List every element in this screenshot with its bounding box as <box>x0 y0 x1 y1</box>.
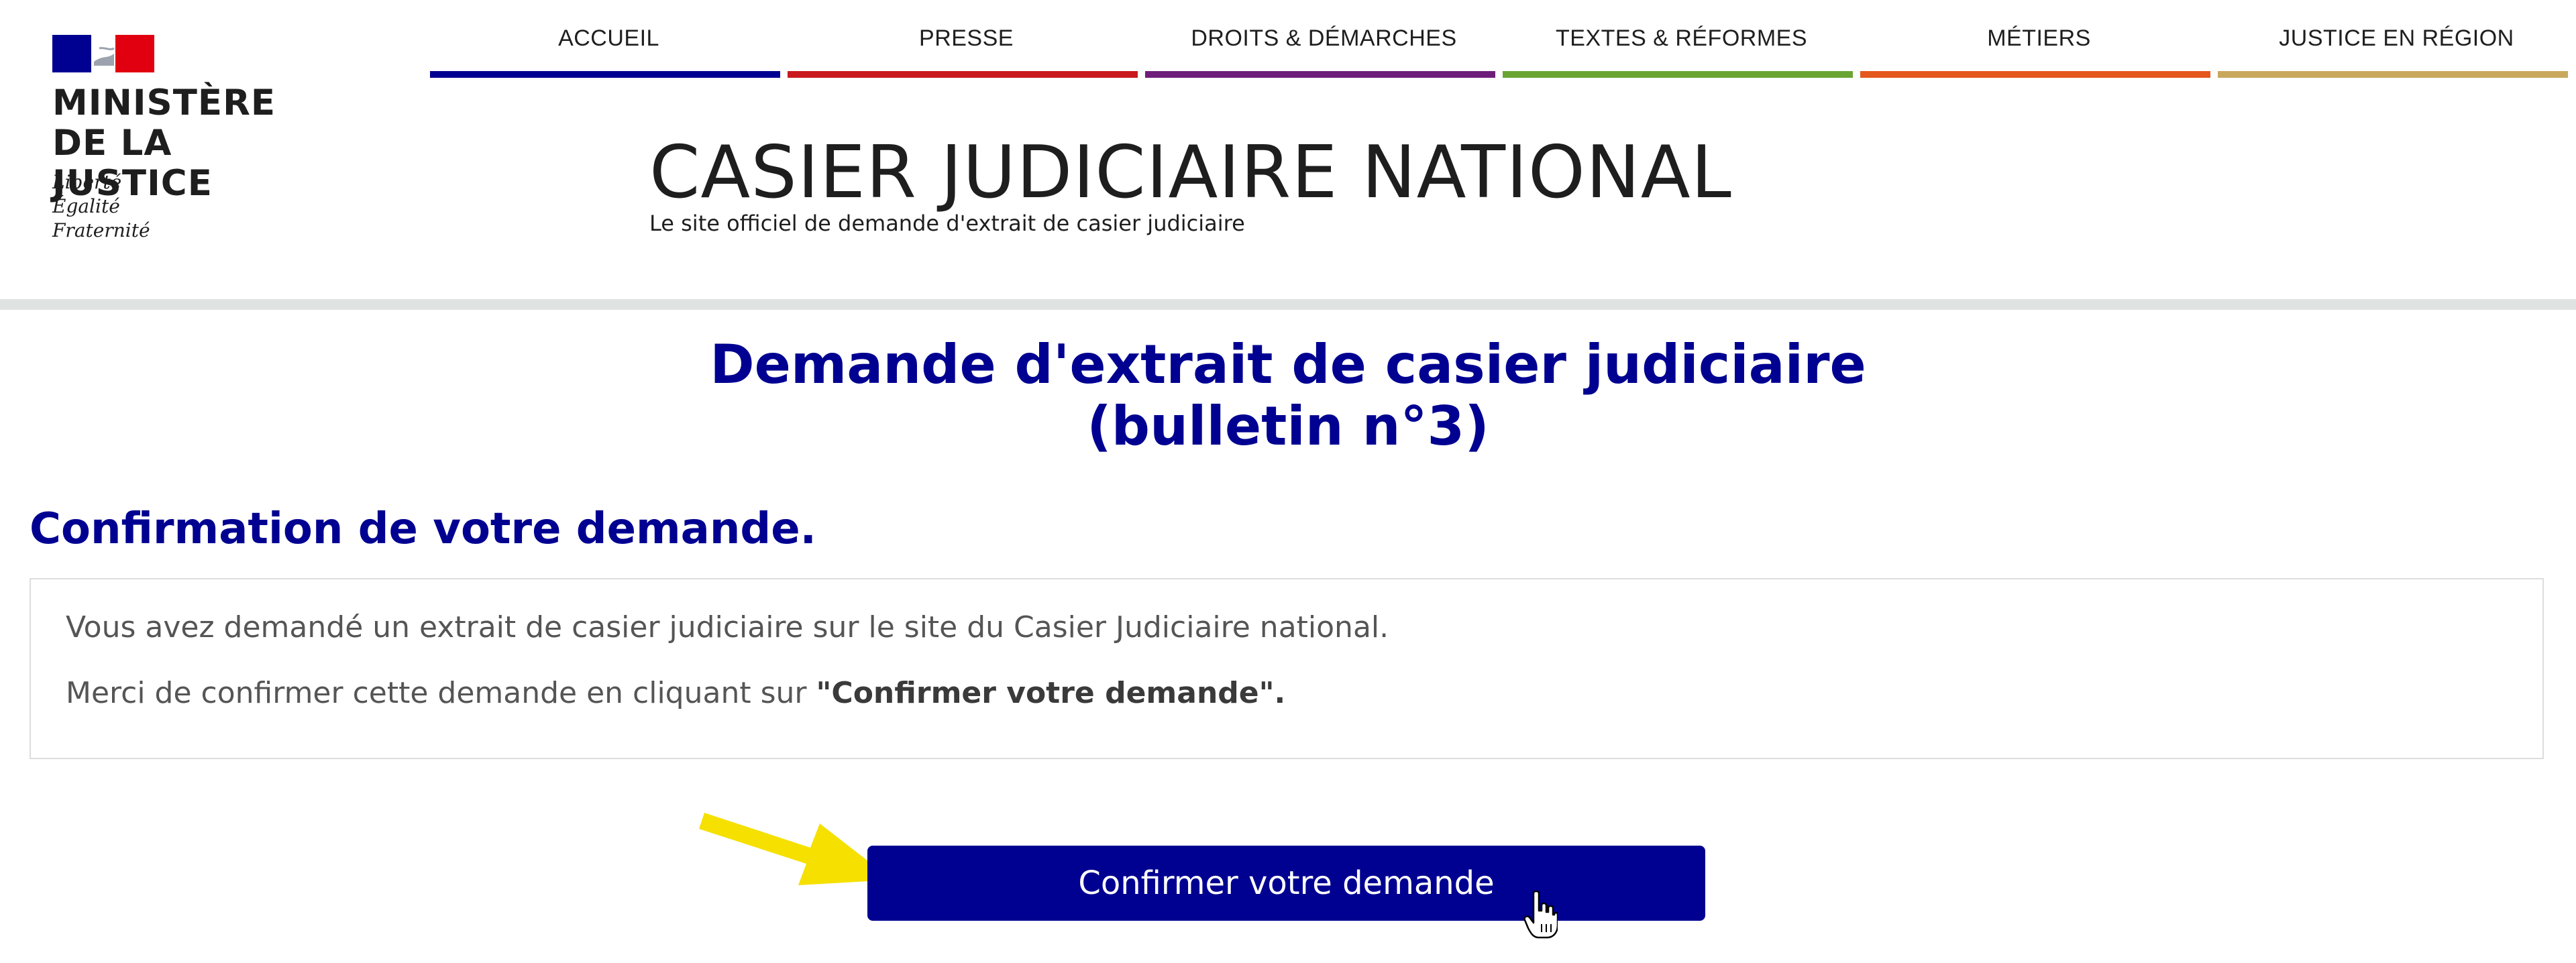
nav-label: PRESSE <box>919 25 1014 51</box>
nav-item-justice-en-region[interactable]: JUSTICE EN RÉGION <box>2218 0 2575 78</box>
nav-label: ACCUEIL <box>558 25 659 51</box>
confirmation-info-box: Vous avez demandé un extrait de casier j… <box>30 578 2544 759</box>
nav-color-bar <box>430 71 780 78</box>
nav-item-droits-demarches[interactable]: DROITS & DÉMARCHES <box>1145 0 1503 78</box>
nav-label: DROITS & DÉMARCHES <box>1191 25 1457 51</box>
republic-motto: Liberté Égalité Fraternité <box>52 171 150 241</box>
nav-label: TEXTES & RÉFORMES <box>1556 25 1807 51</box>
ministry-logo[interactable]: MINISTÈRE DE LA JUSTICE Liberté Égalité … <box>52 35 334 249</box>
nav-color-bar <box>2218 71 2568 78</box>
section-title: Confirmation de votre demande. <box>30 504 816 554</box>
info-text-bold: "Confirmer votre demande". <box>816 676 1286 710</box>
nav-label: MÉTIERS <box>1987 25 2091 51</box>
nav-color-bar <box>1860 71 2210 78</box>
info-text-line-1: Vous avez demandé un extrait de casier j… <box>66 610 1389 644</box>
confirm-request-button[interactable]: Confirmer votre demande <box>867 846 1705 921</box>
nav-item-metiers[interactable]: MÉTIERS <box>1860 0 2218 78</box>
hand-pointer-icon <box>1524 891 1558 939</box>
marianne-flag-icon <box>52 35 154 72</box>
info-text-line-2: Merci de confirmer cette demande en cliq… <box>66 676 1285 710</box>
nav-color-bar <box>1503 71 1853 78</box>
site-subtitle: Le site officiel de demande d'extrait de… <box>649 211 1245 236</box>
nav-item-textes-reformes[interactable]: TEXTES & RÉFORMES <box>1503 0 1860 78</box>
nav-label: JUSTICE EN RÉGION <box>2279 25 2514 51</box>
site-header: MINISTÈRE DE LA JUSTICE Liberté Égalité … <box>0 0 2576 299</box>
nav-item-accueil[interactable]: ACCUEIL <box>430 0 788 78</box>
main-nav: ACCUEIL PRESSE DROITS & DÉMARCHES TEXTES… <box>430 0 2576 78</box>
site-title[interactable]: CASIER JUDICIAIRE NATIONAL <box>649 133 1732 213</box>
header-divider <box>0 299 2576 310</box>
nav-item-presse[interactable]: PRESSE <box>788 0 1145 78</box>
info-text-prefix: Merci de confirmer cette demande en cliq… <box>66 676 816 710</box>
nav-color-bar <box>788 71 1138 78</box>
nav-color-bar <box>1145 71 1495 78</box>
page-title: Demande d'extrait de casier judiciaire (… <box>710 333 1866 457</box>
